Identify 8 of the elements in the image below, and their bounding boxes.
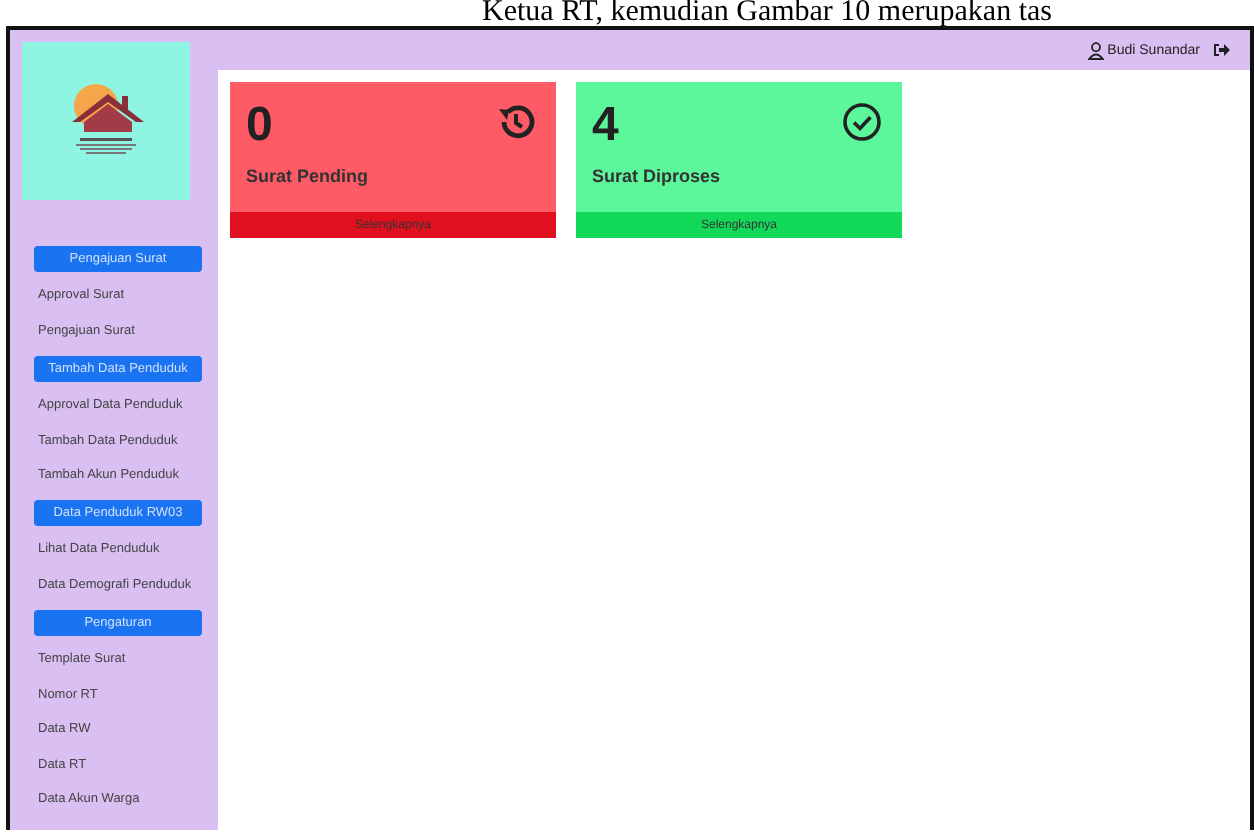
check-circle-icon — [842, 102, 882, 142]
stat-label: Surat Diproses — [592, 166, 721, 186]
logout-icon[interactable] — [1212, 42, 1230, 58]
stat-label: Surat Pending — [246, 166, 369, 186]
stat-count: 4 — [592, 98, 619, 154]
history-icon — [496, 102, 536, 142]
stat-count: 0 — [246, 98, 273, 154]
user-icon — [1087, 41, 1104, 59]
